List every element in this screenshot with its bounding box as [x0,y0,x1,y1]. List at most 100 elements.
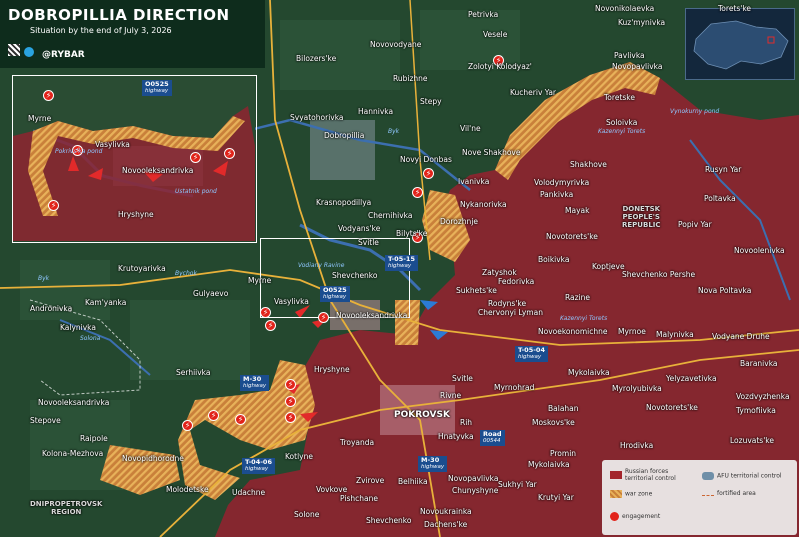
water-label: Bychok [175,270,197,277]
town-label: Kolona-Mezhova [42,449,104,458]
town-label: Boikivka [538,255,570,264]
town-label: Serhiivka [176,368,211,377]
town-label: Toretske [604,93,635,102]
town-label: Razine [565,293,591,302]
town-label: Malynivka [656,330,694,339]
town-label: Kucheriv Yar [510,88,557,97]
qr-code-icon [8,44,20,56]
town-label: Myrolyubivka [612,384,662,393]
town-label: Novooleksandrivka [336,311,408,320]
telegram-icon [24,47,34,57]
minimap-shape [693,20,789,70]
town-label: Chervonyi Lyman [478,308,543,317]
town-label: Soloivka [606,118,638,127]
town-label: Nove Shakhove [462,148,521,157]
legend-item-russian: Russian forces territorial control [610,468,695,482]
town-label: Vesele [483,30,508,39]
town-label: POKROVSK [394,410,450,420]
town-label: Sukhets'ke [456,286,497,295]
water-label: Vodiany Ravine [298,262,345,269]
town-label: Shakhove [570,160,607,169]
town-label: Moskovs'ke [532,418,575,427]
inset-town-label: Myrne [28,114,52,123]
water-label: Ustatnik pond [175,188,217,195]
legend-item-engagement: engagement [610,512,660,521]
road-label: M-30 highway [418,456,448,472]
town-label: Vovkove [316,485,348,494]
town-label: Stepove [30,416,61,425]
explosion-icon: ⚡ [423,168,434,179]
town-label: Novopavlivka [448,474,499,483]
town-label: Rubizhne [393,74,428,83]
town-label: Svitle [358,238,379,247]
explosion-icon: ⚡ [285,396,296,407]
town-label: Novoolenivka [734,246,785,255]
town-label: Nykanorivka [460,200,507,209]
town-label: Novyi Donbas [400,155,452,164]
town-label: Solone [294,510,320,519]
town-label: Chernihivka [368,211,413,220]
water-label: Kazennyi Torets [598,128,646,135]
town-label: Vodyans'ke [338,224,381,233]
town-label: Mykolaivka [528,460,570,469]
brand-label: @RYBAR [42,50,85,60]
legend-item-fortified: fortified area [702,490,756,497]
town-label: Pankivka [540,190,574,199]
town-label: Hryshyne [314,365,350,374]
road-label: T-05-04 highway [515,346,548,362]
explosion-icon: ⚡ [190,152,201,163]
town-label: Rivne [440,391,462,400]
town-label: Baranivka [740,359,778,368]
inset-town-label: Novooleksandrivka [122,166,194,175]
town-label: Shevchenko [366,516,412,525]
map-title: DOBROPILLIA DIRECTION [8,6,230,24]
town-label: Fedorivka [498,277,535,286]
road-label: T-04-06 highway [242,458,275,474]
town-label: Popiv Yar [678,220,712,229]
town-label: Vozdvyzhenka [736,392,790,401]
explosion-icon: ⚡ [265,320,276,331]
town-label: Novopavlivka [612,62,663,71]
town-label: Novotorets'ke [546,232,598,241]
explosion-icon: ⚡ [285,379,296,390]
town-label: Torets'ke [718,4,752,13]
town-label: Hnatyvka [438,432,474,441]
town-label: Kotlyne [285,452,313,461]
town-label: Novovodyane [370,40,422,49]
town-label: Novopidhorodne [122,454,184,463]
town-label: Nova Poltavka [698,286,752,295]
explosion-icon: ⚡ [182,420,193,431]
road-label: Road 00544 [480,430,505,446]
explosion-icon: ⚡ [260,307,271,318]
town-label: Novoekonomichne [538,327,608,336]
water-label: Byk [388,128,400,135]
town-label: Myrnoe [618,327,646,336]
town-label: Gulyaevo [193,289,229,298]
town-label: Pishchane [340,494,378,503]
town-label: Kalynivka [60,323,96,332]
town-label: Poltavka [704,194,736,203]
town-label: Hannivka [358,107,394,116]
town-label: Rusyn Yar [705,165,742,174]
town-label: Belhiika [398,477,428,486]
road-label: O0525 highway [142,80,172,96]
legend-item-war-zone: war zone [610,490,652,498]
town-label: Krutoyarivka [118,264,166,273]
town-label: Rih [460,418,473,427]
explosion-icon: ⚡ [285,412,296,423]
region-label: DNIPROPETROVSK REGION [30,500,103,516]
water-label: Byk [38,275,50,282]
legend: Russian forces territorial control AFU t… [602,460,797,535]
explosion-icon: ⚡ [412,187,423,198]
town-label: Shevchenko [332,271,378,280]
town-label: Stepy [420,97,442,106]
town-label: Mayak [565,206,590,215]
town-label: Bilyts'ke [396,229,428,238]
town-label: Ivanivka [458,177,490,186]
explosion-icon: ⚡ [48,200,59,211]
town-label: Svitle [452,374,473,383]
explosion-icon: ⚡ [235,414,246,425]
town-label: Pavlivka [614,51,645,60]
town-label: Zvirove [356,476,385,485]
town-label: Vodyane Druhe [712,332,770,341]
